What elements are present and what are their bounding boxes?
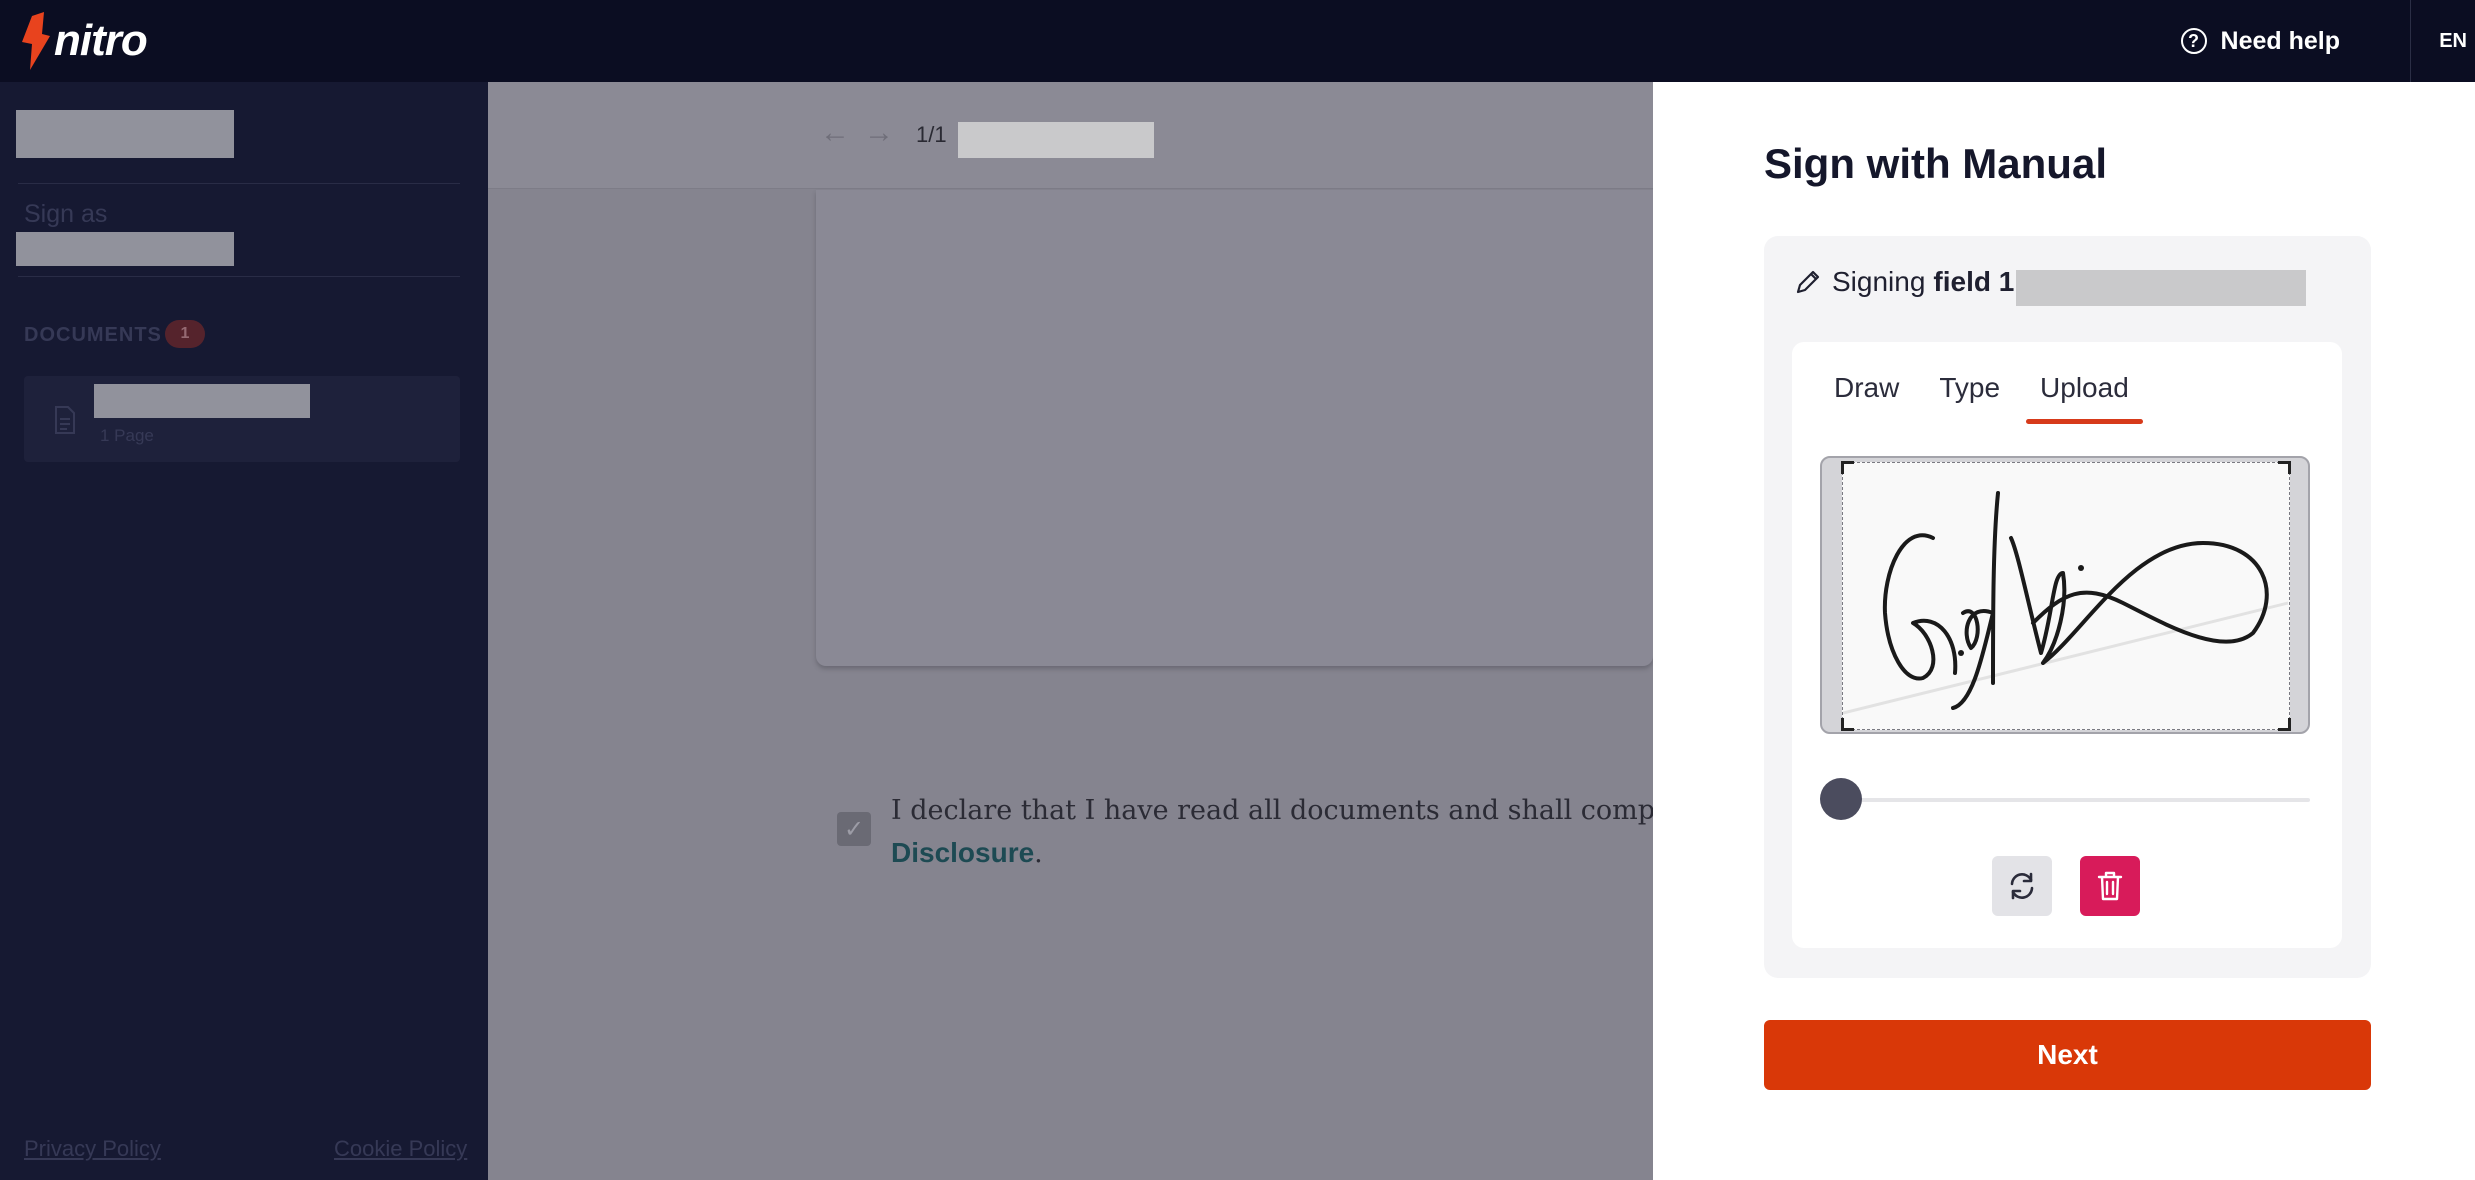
- arrow-right-icon[interactable]: →: [864, 116, 894, 150]
- rotate-icon: [2010, 872, 2034, 900]
- sidebar: Sign as DOCUMENTS 1 1 Page Privacy Polic…: [0, 82, 488, 1180]
- signing-field-row: Signing field 1: [1794, 266, 2014, 298]
- delete-button[interactable]: [2080, 856, 2140, 916]
- next-button[interactable]: Next: [1764, 1020, 2371, 1090]
- signature-tabs: Draw Type Upload: [1834, 372, 2169, 424]
- tab-type[interactable]: Type: [1939, 372, 2000, 424]
- signing-prefix: Signing: [1832, 266, 1926, 297]
- uploaded-signature-image[interactable]: [1841, 461, 2291, 731]
- signing-card: Signing field 1 Draw Type Upload: [1764, 236, 2371, 978]
- crop-corner-bottom-left[interactable]: [1841, 718, 1854, 731]
- redacted-field-label: [2016, 270, 2306, 306]
- declaration-text: I declare that I have read all documents…: [891, 790, 1653, 875]
- checkmark-icon: ✓: [843, 815, 865, 843]
- panel-title: Sign with Manual: [1764, 140, 2107, 187]
- declaration-period: .: [1034, 838, 1043, 869]
- declaration-checkbox[interactable]: ✓: [837, 812, 871, 846]
- page-indicator: 1/1: [916, 122, 947, 147]
- signature-drawing: [1842, 491, 2289, 715]
- size-slider-thumb[interactable]: [1820, 778, 1862, 820]
- signature-editor: Draw Type Upload: [1792, 342, 2342, 948]
- nitro-logo-icon: [22, 12, 50, 70]
- pencil-icon: [1796, 270, 1820, 294]
- redacted-document-title: [958, 122, 1154, 158]
- brand-name: nitro: [54, 16, 148, 65]
- crop-corner-bottom-right[interactable]: [2278, 718, 2291, 731]
- nitro-logo[interactable]: nitro: [22, 10, 148, 72]
- need-help-button[interactable]: ? Need help: [2180, 0, 2340, 82]
- declaration-sentence: I declare that I have read all documents…: [891, 795, 1653, 826]
- language-selector[interactable]: EN: [2439, 0, 2467, 82]
- signing-field-name: field 1: [1933, 266, 2015, 297]
- viewer-toolbar: ← → 1/1: [488, 82, 1653, 189]
- crop-corner-top-left[interactable]: [1841, 461, 1854, 474]
- document-viewer: ← → 1/1 ✓ I declare that I have read all…: [488, 82, 1653, 1180]
- size-slider-track[interactable]: [1836, 798, 2310, 802]
- trash-icon: [2097, 871, 2123, 901]
- modal-overlay: [0, 82, 488, 1180]
- header-divider: [2410, 0, 2411, 82]
- arrow-left-icon[interactable]: ←: [820, 116, 850, 150]
- rotate-button[interactable]: [1992, 856, 2052, 916]
- sign-panel: Sign with Manual Signing field 1 Draw Ty…: [1653, 82, 2475, 1180]
- tab-upload[interactable]: Upload: [2026, 372, 2143, 424]
- signature-preview[interactable]: [1820, 456, 2310, 734]
- help-circle-icon: ?: [2180, 28, 2207, 54]
- need-help-label: Need help: [2220, 26, 2340, 55]
- disclosure-link[interactable]: Disclosure: [891, 837, 1034, 868]
- crop-corner-top-right[interactable]: [2278, 461, 2291, 474]
- document-page: [816, 190, 1653, 666]
- top-bar: nitro ? Need help EN: [0, 0, 2475, 82]
- tab-draw[interactable]: Draw: [1834, 372, 1899, 424]
